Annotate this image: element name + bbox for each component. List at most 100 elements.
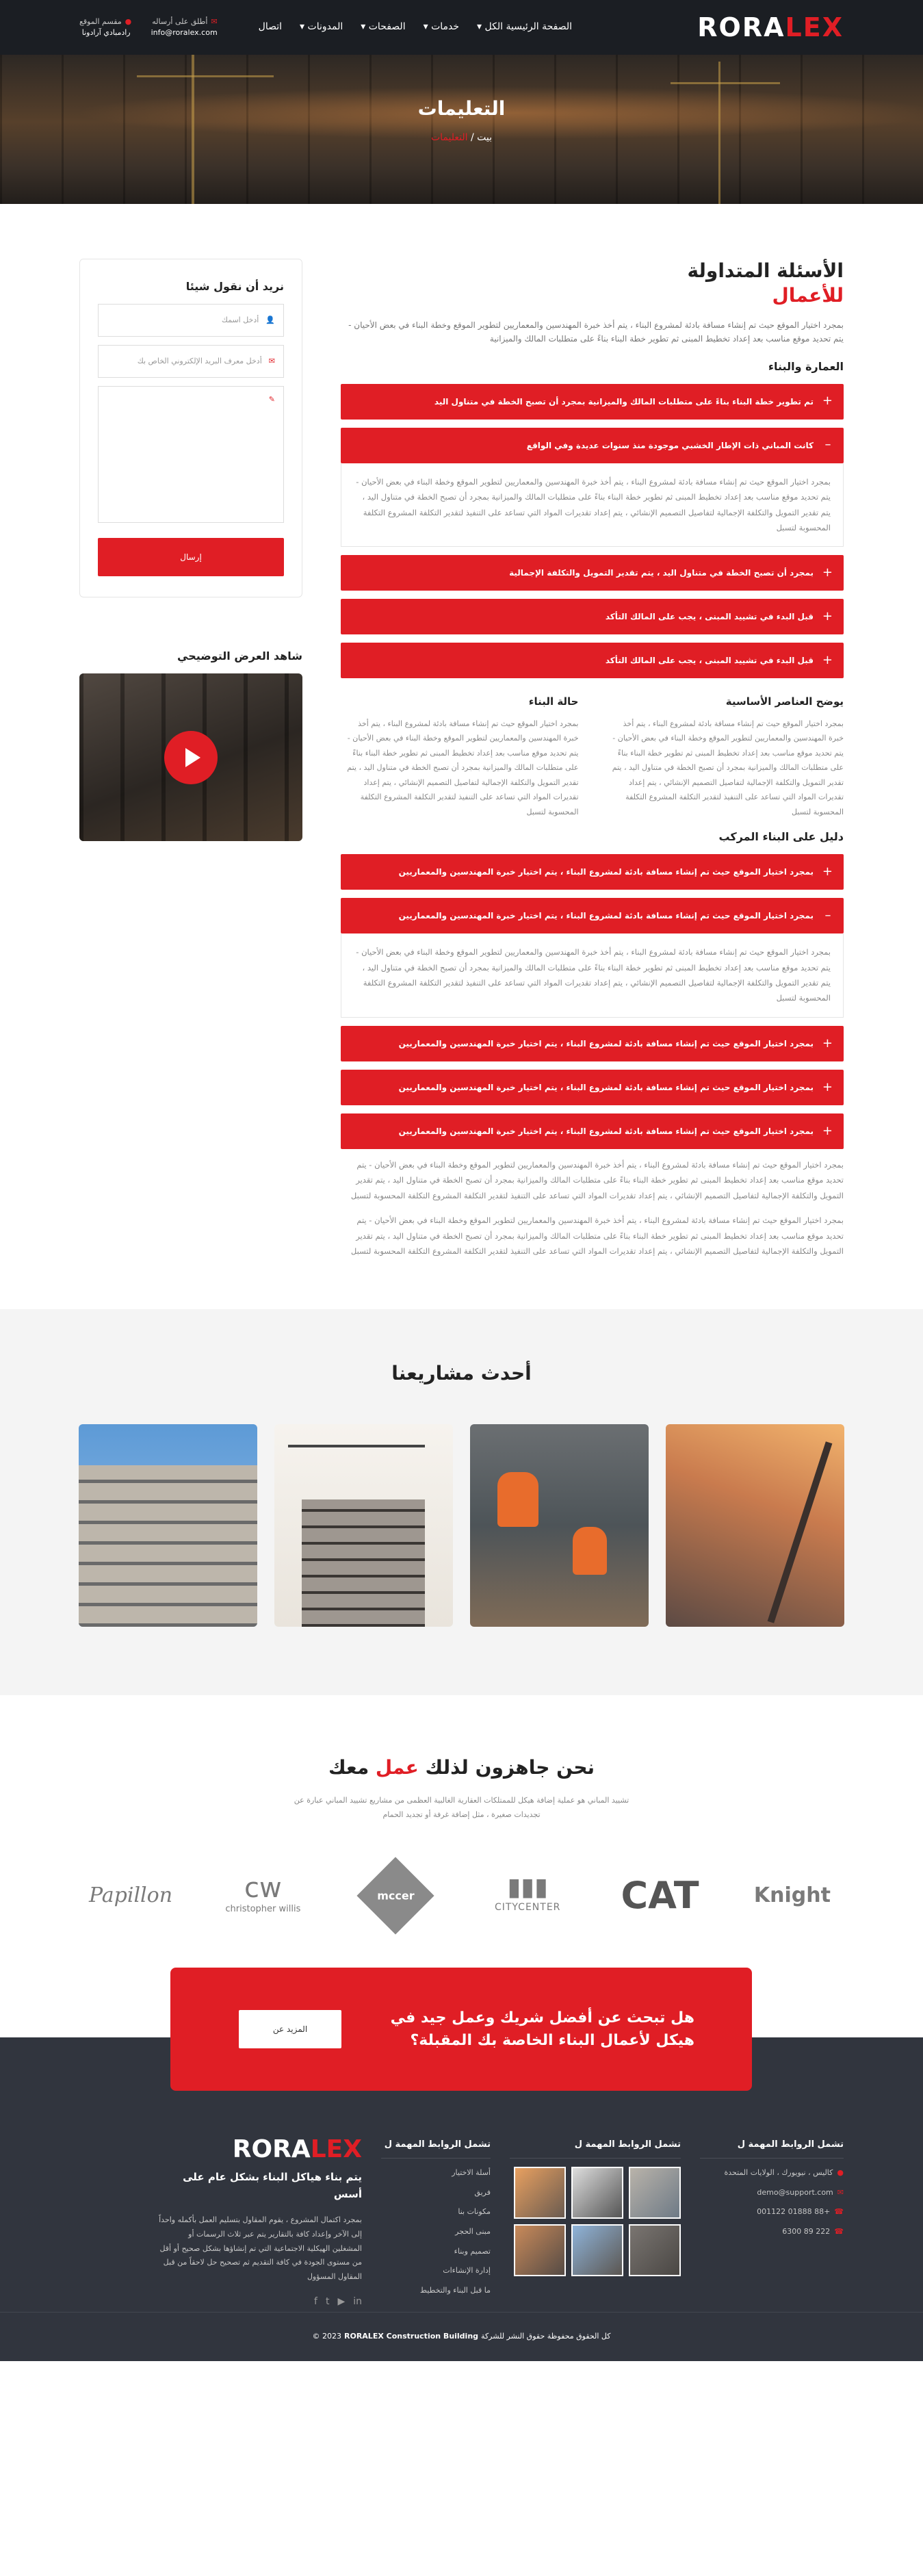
gallery-thumb[interactable] bbox=[629, 2166, 681, 2219]
partner-logos: Papillon cw christopher willis mccer ▮▮▮ C… bbox=[79, 1857, 844, 1935]
project-image[interactable] bbox=[470, 1424, 649, 1627]
location-icon: ● bbox=[837, 2167, 844, 2177]
accordion-item[interactable]: + بمجرد أن تصبح الخطة في متناول اليد ، يت… bbox=[341, 555, 844, 591]
footer-about-text: بمجرد اكتمال المشروع ، يقوم المقاول بتسل… bbox=[159, 2215, 362, 2282]
partner-logo[interactable]: Knight bbox=[741, 1878, 844, 1913]
accordion-item[interactable]: + بمجرد اختيار الموقع حيث تم إنشاء مسافة … bbox=[341, 1025, 844, 1061]
site-logo[interactable]: RORALEX bbox=[697, 14, 844, 40]
project-image[interactable] bbox=[666, 1424, 844, 1627]
footer-logo[interactable]: RORALEX bbox=[157, 2137, 362, 2162]
column-text: بمجرد اختيار الموقع حيث تم إنشاء مسافة ب… bbox=[612, 719, 844, 816]
nav-blogs[interactable]: المدونات ▾ bbox=[300, 19, 343, 36]
site-footer: تشمل الروابط المهمة ل ●كاليس ، نيويورك ،… bbox=[79, 2137, 844, 2310]
plus-icon: + bbox=[822, 1035, 833, 1051]
footer-about: RORALEX يتم بناء هياكل البناء بشكل عام ع… bbox=[157, 2137, 362, 2310]
faq-section: الأسئلة المتداولة للأعمال بمجرد اختيار ال… bbox=[79, 204, 844, 1309]
gallery-thumb[interactable] bbox=[571, 2166, 623, 2219]
plus-icon: + bbox=[822, 565, 833, 580]
envelope-icon: ✉ bbox=[837, 2187, 844, 2197]
footer-email[interactable]: ✉demo@support.com bbox=[700, 2187, 844, 2200]
gallery-thumb[interactable] bbox=[629, 2224, 681, 2276]
cta-title: هل تبحث عن أفضل شريك وعمل جيد في هيكل لأ… bbox=[390, 2009, 694, 2049]
nav-home[interactable]: الصفحة الرئيسية الكل ▾ bbox=[477, 19, 572, 36]
form-title: نريد أن نقول شيئا bbox=[185, 280, 284, 293]
learn-more-button[interactable]: المزيد عن bbox=[239, 2009, 341, 2048]
partner-logo[interactable]: CAT bbox=[609, 1864, 712, 1927]
footer-links: تشمل الروابط المهمة ل أسلة الاختيار فريق… bbox=[381, 2137, 491, 2310]
partner-logo[interactable]: cw christopher willis bbox=[211, 1875, 314, 1917]
accordion-item[interactable]: + تم تطوير خطة البناء بناءً على متطلبات ا… bbox=[341, 383, 844, 420]
accordion-body: بمجرد اختيار الموقع حيث تم إنشاء مسافة ب… bbox=[341, 463, 844, 548]
partner-logo[interactable]: mccer bbox=[344, 1857, 447, 1935]
main-nav: الصفحة الرئيسية الكل ▾ خدمات ▾ الصفحات ▾… bbox=[259, 19, 572, 36]
accordion-item[interactable]: + بمجرد اختيار الموقع حيث تم إنشاء مسافة … bbox=[341, 854, 844, 890]
header-email[interactable]: info@roralex.com bbox=[151, 27, 218, 39]
page-hero: التعليمات بيت / التعليمات bbox=[0, 55, 923, 204]
accordion-body: بمجرد اختيار الموقع حيث تم إنشاء مسافة ب… bbox=[341, 933, 844, 1018]
partners-title: نحن جاهزون لذلك عمل معك bbox=[328, 1756, 595, 1779]
footer-contact: تشمل الروابط المهمة ل ●كاليس ، نيويورك ،… bbox=[700, 2137, 844, 2310]
accordion-item-open[interactable]: – كانت المباني ذات الإطار الخشبي موجودة م… bbox=[341, 427, 844, 463]
accordion-item[interactable]: + بمجرد اختيار الموقع حيث تم إنشاء مسافة … bbox=[341, 1069, 844, 1105]
footer-phone[interactable]: ☎+88 01888 001122 bbox=[700, 2206, 844, 2219]
facebook-icon[interactable]: f bbox=[314, 2294, 317, 2310]
twitter-icon[interactable]: t bbox=[326, 2294, 330, 2310]
nav-services[interactable]: خدمات ▾ bbox=[424, 19, 459, 36]
plus-icon: + bbox=[822, 609, 833, 624]
footer-col-title: تشمل الروابط المهمة ل bbox=[700, 2137, 844, 2159]
gallery-thumb[interactable] bbox=[571, 2224, 623, 2276]
column-title: يوضح العناصر الأساسية bbox=[725, 695, 844, 708]
gallery-thumb[interactable] bbox=[514, 2166, 566, 2219]
pencil-icon: ✎ bbox=[268, 395, 275, 404]
footer-link[interactable]: تصميم وبناء bbox=[381, 2245, 491, 2258]
email-input[interactable]: ✉ أدخل معرف البريد الإلكتروني الخاص بك bbox=[98, 345, 284, 378]
envelope-icon: ✉ bbox=[211, 16, 218, 26]
footer-link[interactable]: مكونات بنا bbox=[381, 2206, 491, 2219]
footer-link[interactable]: إدارة الإنشاءات bbox=[381, 2265, 491, 2278]
accordion-item-open[interactable]: – بمجرد اختيار الموقع حيث تم إنشاء مسافة … bbox=[341, 898, 844, 934]
email-label: ✉أطلق على أرساله bbox=[152, 16, 218, 26]
paragraph: بمجرد اختيار الموقع حيث تم إنشاء مسافة ب… bbox=[350, 1215, 844, 1256]
accordion-item[interactable]: + بمجرد اختيار الموقع حيث تم إنشاء مسافة … bbox=[341, 1113, 844, 1149]
play-icon[interactable] bbox=[164, 730, 218, 784]
page-title: التعليمات bbox=[417, 97, 506, 120]
accordion-item[interactable]: + قبل البدء في تشييد المبنى ، يجب على الم… bbox=[341, 599, 844, 635]
project-image[interactable] bbox=[274, 1424, 453, 1627]
linkedin-icon[interactable]: in bbox=[353, 2294, 362, 2310]
minus-icon: – bbox=[824, 907, 831, 923]
footer-link[interactable]: مبنى الحجر bbox=[381, 2226, 491, 2239]
nav-contact[interactable]: اتصال bbox=[259, 19, 282, 36]
footer-link[interactable]: فريق bbox=[381, 2187, 491, 2200]
footer-address: ●كاليس ، نيويورك ، الولايات المتحدة bbox=[724, 2167, 844, 2177]
submit-button[interactable]: إرسال bbox=[98, 538, 284, 577]
faq-lead: بمجرد اختيار الموقع حيث تم إنشاء مسافة ب… bbox=[348, 320, 844, 344]
youtube-icon[interactable]: ▶ bbox=[337, 2294, 345, 2310]
plus-icon: + bbox=[822, 394, 833, 409]
breadcrumb-home[interactable]: بيت bbox=[477, 132, 492, 143]
location-icon: ● bbox=[125, 16, 132, 26]
faq-title: الأسئلة المتداولة للأعمال bbox=[687, 259, 844, 307]
two-column-text: يوضح العناصر الأساسية بمجرد اختيار الموقع… bbox=[341, 693, 844, 819]
nav-pages[interactable]: الصفحات ▾ bbox=[361, 19, 405, 36]
project-image[interactable] bbox=[79, 1424, 257, 1627]
gallery-thumb[interactable] bbox=[514, 2224, 566, 2276]
partner-logo[interactable]: Papillon bbox=[79, 1878, 182, 1913]
accordion-item[interactable]: + قبل البدء في تشييد المبنى ، يجب على الم… bbox=[341, 643, 844, 679]
footer-about-title: يتم بناء هياكل البناء بشكل عام على أسس bbox=[183, 2170, 362, 2201]
address-label: ●مقسم الموقع bbox=[79, 16, 132, 26]
footer-phone[interactable]: ☎222 89 6300 bbox=[700, 2226, 844, 2239]
partners-text: تشييد المباني هو عملية إضافة هيكل للممتل… bbox=[294, 1796, 629, 1819]
footer-link[interactable]: ما قبل البناء والتخطيط bbox=[381, 2284, 491, 2297]
plus-icon: + bbox=[822, 1123, 833, 1138]
message-textarea[interactable]: ✎ bbox=[98, 386, 284, 524]
demo-video[interactable] bbox=[79, 673, 302, 842]
phone-icon: ☎ bbox=[834, 2226, 844, 2236]
cta-banner: هل تبحث عن أفضل شريك وعمل جيد في هيكل لأ… bbox=[170, 1967, 752, 2091]
user-icon: 👤 bbox=[265, 315, 275, 324]
copyright-bar: كل الحقوق محفوظة حقوق النشر للشركة RORALE… bbox=[0, 2311, 923, 2361]
footer-col-title: تشمل الروابط المهمة ل bbox=[381, 2137, 491, 2159]
name-input[interactable]: 👤 أدخل اسمك bbox=[98, 304, 284, 337]
footer-link[interactable]: أسلة الاختيار bbox=[381, 2167, 491, 2180]
minus-icon: – bbox=[824, 437, 831, 452]
partner-logo[interactable]: ▮▮▮ CITYCENTER bbox=[476, 1875, 579, 1916]
